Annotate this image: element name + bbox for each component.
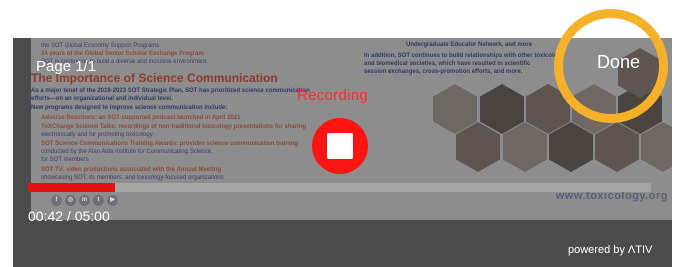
slide-bullet: SOT TV: video productions associated wit… [41, 167, 222, 173]
slide-text-line: New programs designed to improve science… [31, 105, 228, 111]
recording-time: 00:42 / 05:00 [28, 208, 110, 224]
slide-bullet: conducted by the Alan Alda Institute for… [41, 149, 213, 155]
linkedin-icon: in [79, 195, 90, 206]
slide-bullet: SOT Science Communications Training Awar… [41, 141, 299, 147]
youtube-icon: ▶ [107, 195, 118, 206]
slide-text-line: efforts—on an organizational and individ… [31, 96, 173, 102]
page-indicator: Page 1/1 [36, 58, 97, 75]
done-button[interactable]: Done [597, 52, 640, 73]
slide-text-line: 24 years of the Global Senior Scholar Ex… [41, 51, 204, 57]
recording-status-label: Recording [297, 87, 369, 104]
slide-bullet: electronically and for promoting toxicol… [41, 132, 153, 138]
stop-icon [327, 133, 353, 159]
stop-recording-button[interactable] [312, 118, 368, 174]
slide-text-line: Undergraduate Educator Network, and more [406, 42, 533, 48]
slide-text-line: session exchanges, cross-promotion effor… [364, 69, 523, 75]
slide-text-line: and biomedical societies, which have res… [364, 61, 531, 67]
slide-bullet: for SOT members [41, 157, 89, 163]
facebook-icon: f [51, 195, 62, 206]
slide-bullet: ToXChange Science Talks: recordings of n… [41, 124, 307, 130]
slide-text-line: In addition, SOT continues to build rela… [364, 53, 565, 59]
recording-progress-bar[interactable] [28, 183, 651, 192]
slide-text-line: As a major tenet of the 2019-2023 SOT St… [31, 88, 310, 94]
recording-progress-fill [28, 183, 116, 192]
powered-by-label: powered by ΛTIV [568, 244, 653, 256]
slide-bullet: Adverse Reactions: an SOT-supported podc… [41, 115, 241, 121]
slide-text-line: the SOT Global Economy Support Programs [41, 43, 160, 49]
instagram-icon: ◎ [65, 195, 76, 206]
social-icons: f ◎ in t ▶ [51, 195, 118, 206]
slide-bullet: showcasing SOT, its members, and toxicol… [41, 175, 224, 181]
twitter-icon: t [93, 195, 104, 206]
